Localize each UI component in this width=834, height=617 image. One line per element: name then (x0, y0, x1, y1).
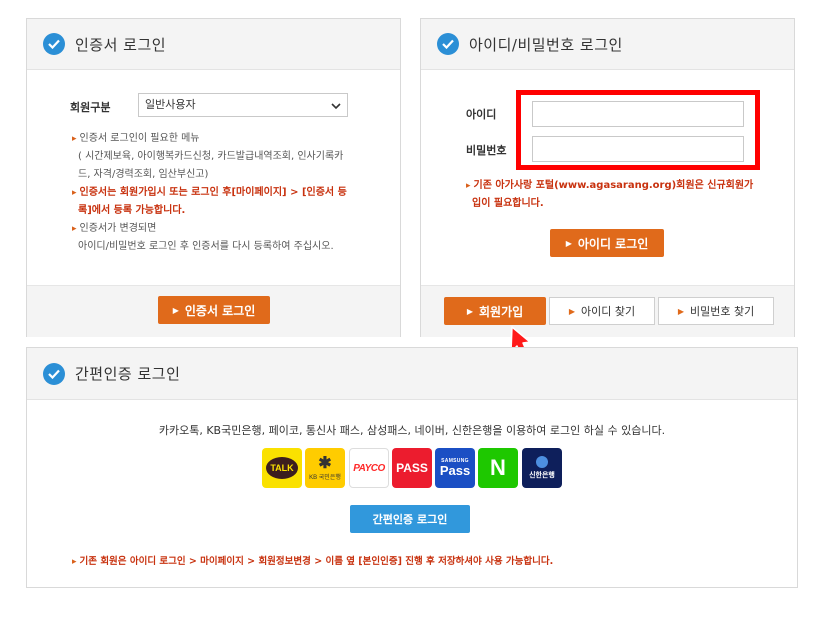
id-login-button[interactable]: ▶ 아이디 로그인 (550, 229, 664, 257)
check-circle-icon (43, 33, 65, 55)
kb-bank-icon[interactable]: ✱ KB 국민은행 (305, 448, 345, 488)
shinhan-bank-icon[interactable]: 신한은행 (522, 448, 562, 488)
cert-note-3-line1: 인증서가 변경되면 (79, 223, 157, 234)
member-type-label: 회원구분 (70, 101, 111, 114)
pass-label: PASS (396, 461, 428, 475)
simple-login-header: 간편인증 로그인 (27, 348, 797, 400)
triangle-bullet-icon: ▸ (72, 188, 77, 198)
simple-login-footer-note: ▸ 기존 회원은 아이디 로그인 > 마이페이지 > 회원정보변경 > 이름 옆 … (72, 553, 792, 571)
cert-login-title: 인증서 로그인 (75, 35, 167, 54)
find-id-button[interactable]: ▶ 아이디 찾기 (549, 297, 655, 325)
payco-icon[interactable]: PAYCO (349, 448, 389, 488)
simple-login-button[interactable]: 간편인증 로그인 (350, 505, 470, 533)
triangle-right-icon: ▶ (677, 306, 684, 316)
kb-star-icon: ✱ (318, 454, 332, 472)
chevron-down-icon (330, 98, 342, 120)
naver-label: N (490, 455, 506, 480)
cert-note-1-line2: ( 시간제보육, 아이행복카드신청, 카드발급내역조회, 인사기록카 (78, 151, 344, 162)
id-login-note-line2: 입이 필요합니다. (472, 198, 544, 209)
triangle-bullet-icon: ▸ (72, 557, 77, 567)
id-label: 아이디 (466, 108, 497, 121)
triangle-right-icon: ▶ (466, 306, 473, 316)
simple-login-footer-text: 기존 회원은 아이디 로그인 > 마이페이지 > 회원정보변경 > 이름 옆 [… (79, 556, 554, 567)
find-password-button[interactable]: ▶ 비밀번호 찾기 (658, 297, 774, 325)
pass-icon[interactable]: PASS (392, 448, 432, 488)
cert-login-button-label: 인증서 로그인 (184, 303, 256, 318)
id-login-header: 아이디/비밀번호 로그인 (421, 19, 794, 70)
payco-label: PAYCO (353, 462, 385, 474)
cert-note-3-line2: 아이디/비밀번호 로그인 후 인증서를 다시 등록하여 주십시오. (78, 241, 334, 252)
triangle-right-icon: ▶ (172, 305, 179, 315)
cert-note-1: ▸ 인증서 로그인이 필요한 메뉴 ( 시간제보육, 아이행복카드신청, 카드발급… (72, 130, 372, 184)
simple-login-title: 간편인증 로그인 (75, 365, 181, 383)
kakaotalk-icon[interactable]: TALK (262, 448, 302, 488)
shinhan-label: 신한은행 (529, 471, 555, 479)
cert-note-1-line3: 드, 자격/경력조회, 임산부신고) (78, 169, 209, 180)
find-id-button-label: 아이디 찾기 (581, 305, 636, 318)
cert-note-1-line1: 인증서 로그인이 필요한 메뉴 (79, 133, 200, 144)
triangle-right-icon: ▶ (568, 306, 576, 316)
id-login-note-line1: 기존 아가사랑 포털(www.agasarang.org)회원은 신규회원가 (473, 180, 754, 191)
samsung-pass-icon[interactable]: SAMSUNG Pass (435, 448, 475, 488)
signup-button-label: 회원가입 (478, 304, 524, 319)
cert-login-button[interactable]: ▶ 인증서 로그인 (158, 296, 270, 324)
member-type-value: 일반사용자 (145, 98, 196, 111)
id-login-title: 아이디/비밀번호 로그인 (469, 35, 623, 54)
triangle-bullet-icon: ▸ (72, 224, 77, 234)
member-type-select[interactable]: 일반사용자 (138, 93, 348, 117)
kb-bank-label: KB 국민은행 (309, 474, 341, 481)
triangle-right-icon: ▶ (565, 238, 572, 248)
triangle-bullet-icon: ▸ (466, 181, 471, 191)
cert-note-2-line2: 록]에서 등록 가능합니다. (78, 205, 186, 216)
id-login-button-label: 아이디 로그인 (577, 236, 649, 251)
shinhan-logo-icon (536, 456, 548, 468)
cert-login-header: 인증서 로그인 (27, 19, 400, 70)
cert-note-2: ▸ 인증서는 회원가입시 또는 로그인 후[마이페이지] > [인증서 등 록]에… (72, 184, 372, 220)
naver-icon[interactable]: N (478, 448, 518, 488)
check-circle-icon (43, 362, 65, 385)
password-label: 비밀번호 (466, 144, 507, 157)
check-circle-icon (437, 33, 459, 55)
cert-note-2-line1: 인증서는 회원가입시 또는 로그인 후[마이페이지] > [인증서 등 (79, 187, 347, 198)
simple-login-button-label: 간편인증 로그인 (372, 513, 448, 526)
simple-login-description: 카카오톡, KB국민은행, 페이코, 통신사 패스, 삼성패스, 네이버, 신한… (158, 424, 666, 437)
samsung-pass-label: Pass (439, 463, 471, 478)
triangle-bullet-icon: ▸ (72, 134, 77, 144)
find-password-button-label: 비밀번호 찾기 (689, 305, 755, 318)
cert-note-3: ▸ 인증서가 변경되면 아이디/비밀번호 로그인 후 인증서를 다시 등록하여 주… (72, 220, 372, 256)
signup-button[interactable]: ▶ 회원가입 (444, 297, 546, 325)
highlight-box (516, 90, 760, 170)
kakaotalk-label: TALK (270, 463, 294, 473)
id-login-note: ▸ 기존 아가사랑 포털(www.agasarang.org)회원은 신규회원가 … (466, 177, 766, 213)
